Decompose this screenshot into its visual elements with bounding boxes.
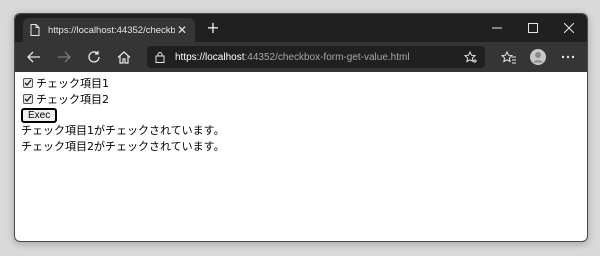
url-path: :44352/checkbox-form-get-value.html [244, 51, 410, 63]
checkbox-row-1: チェック項目1 [21, 75, 581, 91]
checkbox-2[interactable] [23, 94, 33, 104]
minimize-button[interactable] [479, 14, 515, 42]
back-button[interactable] [19, 42, 49, 72]
lock-icon[interactable] [153, 50, 167, 64]
new-tab-button[interactable]: + [203, 17, 223, 39]
browser-window: https://localhost:44352/checkbo ✕ + http… [14, 13, 588, 242]
result-message-2: チェック項目2がチェックされています。 [21, 140, 225, 153]
address-bar[interactable]: https://localhost:44352/checkbox-form-ge… [147, 46, 485, 68]
close-window-button[interactable] [551, 14, 587, 42]
maximize-button[interactable] [515, 14, 551, 42]
page-icon [29, 24, 40, 37]
result-message-1: チェック項目1がチェックされています。 [21, 124, 225, 137]
url-text[interactable]: https://localhost:44352/checkbox-form-ge… [175, 52, 463, 63]
exec-button[interactable]: Exec [21, 108, 58, 123]
url-host: https://localhost [175, 51, 245, 63]
page-content: チェック項目1 チェック項目2 Exec チェック項目1がチェックされています。… [15, 72, 587, 158]
refresh-button[interactable] [79, 42, 109, 72]
browser-tab[interactable]: https://localhost:44352/checkbo ✕ [23, 18, 195, 42]
home-button[interactable] [109, 42, 139, 72]
toolbar-right [493, 42, 583, 72]
add-favorite-icon[interactable] [463, 50, 479, 64]
navigation-toolbar: https://localhost:44352/checkbox-form-ge… [15, 42, 587, 72]
checkbox-1[interactable] [23, 78, 33, 88]
checkbox-2-label: チェック項目2 [36, 93, 109, 106]
title-bar: https://localhost:44352/checkbo ✕ + [15, 14, 587, 42]
tab-close-icon[interactable]: ✕ [175, 23, 189, 37]
checkbox-row-2: チェック項目2 [21, 91, 581, 107]
forward-button[interactable] [49, 42, 79, 72]
favorites-icon[interactable] [493, 42, 523, 72]
more-menu-icon[interactable] [553, 42, 583, 72]
checkbox-1-label: チェック項目1 [36, 77, 109, 90]
tab-title: https://localhost:44352/checkbo [48, 24, 175, 36]
window-controls [479, 14, 587, 42]
profile-avatar[interactable] [523, 42, 553, 72]
